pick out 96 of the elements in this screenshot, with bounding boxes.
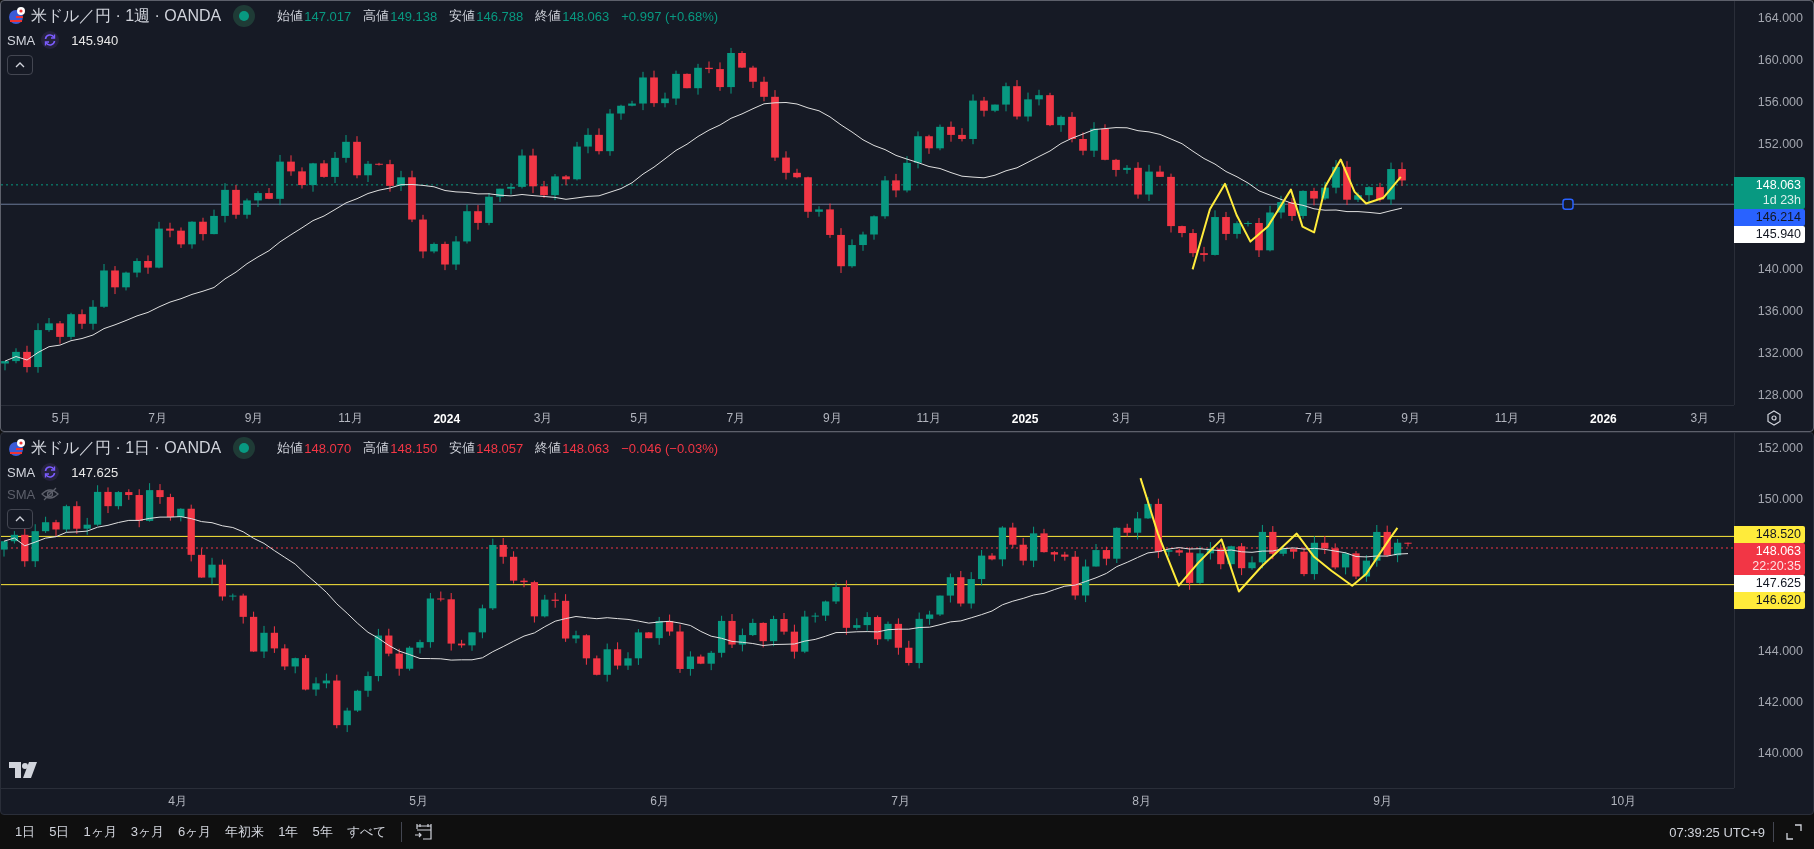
symbol-title[interactable]: 米ドル／円 · 1週 · OANDA <box>31 5 222 27</box>
price-change: −0.046 (−0.03%) <box>621 440 719 456</box>
price-label: 148.063 1d 23h <box>1734 176 1805 209</box>
range-button[interactable]: 1日 <box>8 819 43 845</box>
ohlc-value: 148.063 <box>562 440 610 456</box>
time-axis-label: 9月 <box>1373 793 1392 810</box>
price-axis-label: 150.000 <box>1757 491 1803 506</box>
ohlc-value: 148.150 <box>390 440 438 456</box>
price-line[interactable] <box>1 184 1734 186</box>
freehand-line[interactable] <box>1139 477 1399 593</box>
flag-icon <box>7 7 25 25</box>
anchor-handle[interactable] <box>1562 198 1574 210</box>
time-axis-label: 5月 <box>630 410 649 427</box>
range-button[interactable]: すべて <box>339 819 393 845</box>
price-axis-label: 152.000 <box>1757 136 1803 151</box>
time-axis-label: 7月 <box>1304 410 1324 427</box>
time-axis-label: 7月 <box>726 410 746 427</box>
price-axis-label: 160.000 <box>1757 52 1803 67</box>
price-label: 148.063 22:20:35 <box>1734 543 1805 576</box>
price-axis-label: 140.000 <box>1757 745 1803 760</box>
price-axis-label: 132.000 <box>1757 346 1803 361</box>
time-axis-label: 3月 <box>1112 410 1131 427</box>
time-axis-label: 8月 <box>1132 793 1151 810</box>
indicator-name[interactable]: SMA <box>7 464 36 480</box>
ohlc-value: 149.138 <box>390 8 438 24</box>
ohlc-label: 安値 <box>449 7 476 25</box>
time-axis-label: 9月 <box>244 410 264 427</box>
time-axis-label: 5月 <box>51 410 71 427</box>
ohlc-label: 高値 <box>363 439 390 457</box>
time-axis-label: 10月 <box>1610 793 1637 810</box>
ohlc-value: 146.788 <box>476 8 524 24</box>
ohlc-value: 147.017 <box>304 8 352 24</box>
time-axis-label: 2025 <box>1011 411 1039 426</box>
price-label: 147.625 <box>1734 575 1805 593</box>
time-axis-label: 11月 <box>1494 410 1520 427</box>
price-axis-label: 142.000 <box>1757 695 1803 709</box>
collapse-button[interactable] <box>7 55 33 75</box>
eye-off-icon[interactable] <box>41 487 60 501</box>
time-axis-label: 11月 <box>916 410 941 427</box>
ohlc-label: 始値 <box>277 7 304 25</box>
time-axis-label: 4月 <box>168 793 187 810</box>
time-axis-label: 3月 <box>533 410 553 427</box>
ohlc-label: 始値 <box>277 439 304 457</box>
time-axis-label: 5月 <box>1208 410 1228 427</box>
freehand-line[interactable] <box>1191 158 1402 271</box>
time-axis-label: 7月 <box>891 793 910 810</box>
range-button[interactable]: 1ヶ月 <box>76 819 124 845</box>
time-axis-label: 9月 <box>822 410 842 427</box>
calendar-arrow-icon <box>413 823 434 841</box>
ohlc-label: 高値 <box>363 7 390 25</box>
caret-up-icon <box>15 62 25 68</box>
caret-up-icon <box>15 516 25 522</box>
indicator-value: 145.940 <box>71 32 119 48</box>
ohlc-label: 終値 <box>535 7 562 25</box>
ohlc-value: 148.063 <box>562 8 610 24</box>
symbol-title[interactable]: 米ドル／円 · 1日 · OANDA <box>31 437 222 459</box>
collapse-button[interactable] <box>7 509 33 529</box>
time-axis-label: 7月 <box>148 410 167 427</box>
price-axis-label: 128.000 <box>1757 387 1803 402</box>
time-axis-label: 9月 <box>1401 410 1420 427</box>
price-label: 146.620 <box>1734 592 1805 610</box>
price-axis-label: 164.000 <box>1757 11 1803 25</box>
time-axis-label: 3月 <box>1690 410 1710 427</box>
logo-icon[interactable] <box>9 762 39 778</box>
ohlc-value: 148.057 <box>476 440 524 456</box>
price-axis-label: 144.000 <box>1757 644 1803 659</box>
range-button[interactable]: 3ヶ月 <box>123 819 171 845</box>
flag-icon <box>7 439 25 457</box>
price-axis-label: 156.000 <box>1757 94 1803 109</box>
range-button[interactable]: 年初来 <box>218 819 272 845</box>
cycle-icon[interactable] <box>41 463 60 481</box>
time-axis-label: 6月 <box>650 793 669 810</box>
indicator-name[interactable]: SMA <box>7 32 36 48</box>
market-status-icon <box>233 5 256 27</box>
clock[interactable]: 07:39:25 UTC+9 <box>1669 824 1765 840</box>
fullscreen-icon <box>1786 824 1802 840</box>
price-axis-label: 140.000 <box>1757 262 1803 277</box>
cycle-icon[interactable] <box>41 31 60 49</box>
price-change: +0.997 (+0.68%) <box>621 8 719 24</box>
price-label: 148.520 <box>1734 526 1805 544</box>
range-button[interactable]: 5年 <box>305 819 340 845</box>
price-axis-label: 136.000 <box>1757 304 1803 319</box>
time-axis-label: 11月 <box>338 410 363 427</box>
indicator-value: 147.625 <box>71 464 119 480</box>
settings-icon[interactable] <box>1765 410 1782 426</box>
ohlc-label: 安値 <box>449 439 476 457</box>
time-axis-label: 2024 <box>433 411 461 426</box>
range-button[interactable]: 1年 <box>271 819 306 845</box>
ohlc-value: 148.070 <box>304 440 352 456</box>
ohlc-label: 終値 <box>535 439 562 457</box>
time-axis-label: 5月 <box>409 793 428 810</box>
market-status-icon <box>233 437 256 459</box>
price-axis-label: 152.000 <box>1757 441 1803 455</box>
range-button[interactable]: 5日 <box>42 819 77 845</box>
time-axis-label: 2026 <box>1590 411 1617 426</box>
range-button[interactable]: 6ヶ月 <box>170 819 219 845</box>
